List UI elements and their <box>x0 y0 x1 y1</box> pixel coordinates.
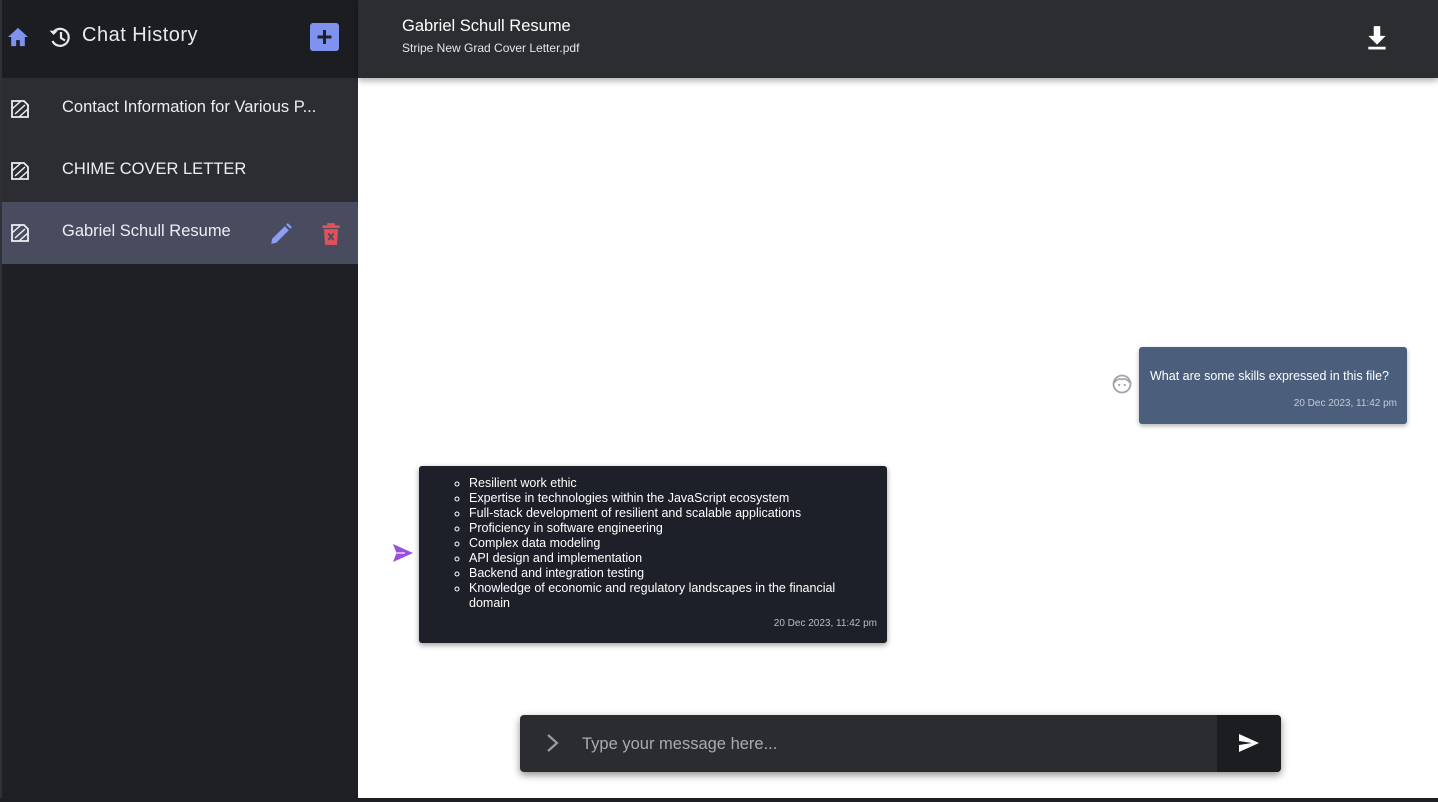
list-item: Backend and integration testing <box>469 566 869 581</box>
assistant-message-timestamp: 20 Dec 2023, 11:42 pm <box>773 618 877 629</box>
message-composer <box>520 715 1281 772</box>
history-icon <box>49 27 70 47</box>
sidebar-title: Chat History <box>82 24 199 46</box>
chat-item-label: Contact Information for Various P... <box>62 98 317 116</box>
bottom-edge <box>0 798 1438 802</box>
list-item: Proficiency in software engineering <box>469 521 869 536</box>
list-item: Expertise in technologies within the Jav… <box>469 491 869 506</box>
paper-plane-icon <box>393 544 413 562</box>
user-message-text: What are some skills expressed in this f… <box>1150 369 1389 383</box>
sidebar: Chat History Contact Information for Var… <box>0 0 358 802</box>
document-icon <box>11 100 29 118</box>
document-title: Gabriel Schull Resume <box>402 17 571 35</box>
user-message: What are some skills expressed in this f… <box>1139 347 1407 424</box>
chat-item-label: CHIME COVER LETTER <box>62 160 247 178</box>
assistant-skills-list: Resilient work ethic Expertise in techno… <box>469 476 869 611</box>
download-icon[interactable] <box>1364 24 1390 50</box>
send-icon <box>1239 734 1259 752</box>
chat-item-chime-cover-letter[interactable]: CHIME COVER LETTER <box>2 140 358 202</box>
new-chat-button[interactable] <box>310 23 339 51</box>
pencil-icon[interactable] <box>268 221 294 247</box>
home-icon[interactable] <box>7 27 29 47</box>
chat-item-contact-information[interactable]: Contact Information for Various P... <box>2 78 358 140</box>
message-input[interactable] <box>582 729 1212 759</box>
document-icon <box>11 224 29 242</box>
chat-item-label: Gabriel Schull Resume <box>62 222 231 240</box>
assistant-message: Resilient work ethic Expertise in techno… <box>419 466 887 643</box>
document-icon <box>11 162 29 180</box>
face-icon <box>1112 374 1132 394</box>
list-item: Resilient work ethic <box>469 476 869 491</box>
trash-icon[interactable] <box>318 221 344 247</box>
user-message-timestamp: 20 Dec 2023, 11:42 pm <box>1293 398 1397 409</box>
chat-item-gabriel-schull-resume[interactable]: Gabriel Schull Resume <box>2 202 358 264</box>
plus-icon <box>317 30 332 44</box>
document-header: Gabriel Schull Resume Stripe New Grad Co… <box>358 0 1438 78</box>
list-item: API design and implementation <box>469 551 869 566</box>
sidebar-header: Chat History <box>2 0 358 77</box>
chevron-right-icon <box>547 734 559 752</box>
chat-main: Gabriel Schull Resume Stripe New Grad Co… <box>358 0 1438 798</box>
list-item: Full-stack development of resilient and … <box>469 506 869 521</box>
document-filename: Stripe New Grad Cover Letter.pdf <box>402 41 580 55</box>
list-item: Complex data modeling <box>469 536 869 551</box>
send-button[interactable] <box>1217 715 1281 772</box>
list-item: Knowledge of economic and regulatory lan… <box>469 581 869 611</box>
